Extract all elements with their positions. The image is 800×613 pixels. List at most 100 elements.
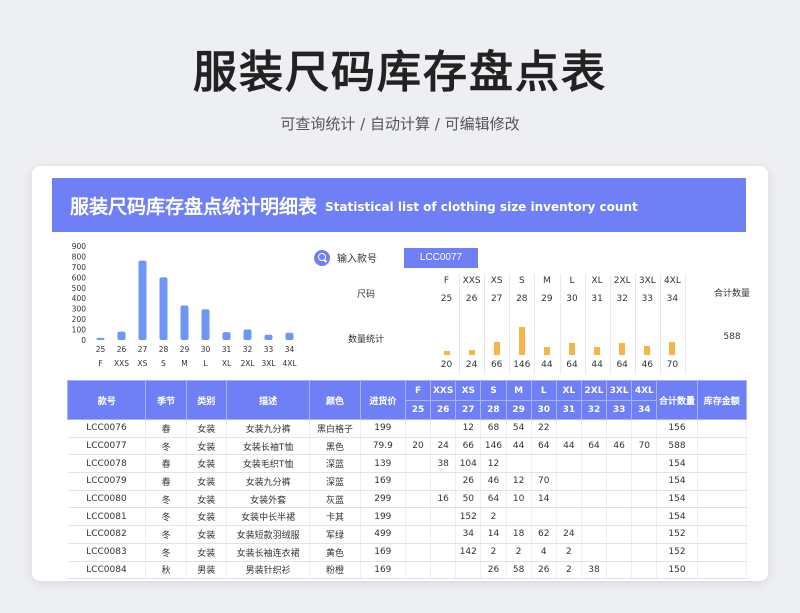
cell-qty: 2 (480, 507, 507, 527)
inventory-card: 服装尺码库存盘点统计明细表 Statistical list of clothi… (32, 166, 768, 581)
cell-qty (581, 419, 608, 438)
table-row[interactable]: LCC0076 春女装 女装九分裤 黑白格子 199 12 68 54 22 156 (67, 419, 748, 438)
cell-qty: 104 (455, 454, 482, 474)
x-tick-label: 3XL (261, 359, 276, 368)
cell-season: 秋 (145, 561, 187, 580)
cell-qty (556, 490, 582, 509)
cell-desc: 女装九分裤 (226, 472, 311, 491)
cell-price: 139 (360, 454, 406, 474)
cell-season: 冬 (145, 437, 187, 456)
cell-qty: 20 (405, 437, 432, 456)
summary-size: S (518, 276, 525, 286)
cell-qty (581, 490, 608, 509)
cell-qty (430, 507, 457, 527)
col-header-category: 类别 (185, 380, 227, 420)
cell-desc: 女装长袖T恤 (226, 437, 311, 456)
cell-id: LCC0079 (67, 472, 147, 491)
cell-amount (697, 454, 748, 474)
table-row[interactable]: LCC0077 冬女装 女装长袖T恤 黑色 79.9 20 24 66 146 44 64 44 64 4… (67, 437, 748, 456)
cell-qty (405, 543, 432, 562)
cell-id: LCC0082 (67, 525, 147, 544)
summary-bar (443, 351, 450, 355)
chart-bar (96, 337, 105, 340)
cell-qty: 26 (455, 472, 482, 491)
summary-count: 70 (666, 360, 679, 370)
col-header-size: XXS (430, 380, 457, 401)
col-header-size: 4XL (631, 380, 658, 401)
cell-qty (631, 507, 658, 527)
cell-desc: 女装中长半裙 (226, 507, 311, 527)
table-row[interactable]: LCC0079 春女装 女装九分裤 深蓝 169 26 46 12 70 154 (67, 472, 748, 491)
cell-qty: 2 (506, 543, 532, 562)
x-tick-number: 29 (180, 345, 190, 354)
cell-amount (697, 472, 748, 491)
cell-qty: 22 (531, 419, 557, 438)
cell-color: 黄色 (309, 543, 361, 562)
summary-size: L (569, 276, 575, 286)
cell-qty: 68 (480, 419, 507, 438)
summary-size-number: 25 (440, 294, 453, 304)
summary-count: 20 (440, 360, 453, 370)
summary-divider (685, 274, 686, 374)
summary-count: 146 (513, 360, 531, 370)
col-header-size-number: 27 (455, 400, 482, 420)
table-row[interactable]: LCC0083 冬女装 女装长袖连衣裙 黄色 169 142 2 2 4 2 152 (67, 543, 748, 562)
cell-price: 169 (360, 543, 406, 562)
cell-qty (430, 561, 457, 580)
summary-count: 46 (641, 360, 654, 370)
col-header-size: XL (555, 380, 582, 401)
cell-qty: 38 (430, 454, 457, 474)
style-number-input[interactable] (404, 248, 478, 268)
cell-amount (697, 543, 748, 562)
chart-bar (138, 260, 147, 340)
cell-total: 150 (656, 561, 698, 580)
col-header-size: M (505, 380, 532, 401)
chart-bar (201, 309, 210, 340)
table-row[interactable]: LCC0080 冬女装 女装外套 灰蓝 299 16 50 64 10 14 154 (67, 490, 748, 509)
cell-qty (556, 419, 582, 438)
x-tick-number: 31 (222, 345, 232, 354)
summary-count: 24 (465, 360, 478, 370)
col-header-size: L (530, 380, 557, 401)
cell-qty: 12 (455, 419, 482, 438)
y-tick-label: 600 (72, 273, 87, 282)
cell-total: 588 (656, 437, 698, 456)
col-header-size-number: 33 (606, 400, 633, 420)
summary-divider (659, 274, 661, 374)
x-tick-label: XS (138, 359, 148, 368)
cell-category: 女装 (186, 437, 227, 456)
cell-qty (430, 525, 457, 544)
col-header-color: 颜色 (309, 380, 361, 420)
x-tick-number: 28 (159, 345, 169, 354)
summary-bar (594, 346, 601, 355)
col-header-amount: 库存金额 (696, 380, 748, 420)
x-tick-number: 27 (138, 345, 148, 354)
summary-bar (569, 342, 575, 355)
cell-desc: 女装九分裤 (226, 419, 311, 438)
search-icon[interactable] (314, 250, 330, 266)
table-row[interactable]: LCC0081 冬女装 女装中长半裙 卡其 199 152 2 154 (67, 507, 748, 527)
cell-category: 女装 (186, 419, 227, 438)
summary-divider (459, 274, 461, 374)
cell-qty: 142 (455, 543, 482, 562)
summary-bar (619, 342, 626, 355)
summary-count: 64 (566, 360, 578, 370)
cell-qty: 26 (480, 561, 507, 580)
summary-bar (468, 350, 475, 355)
cell-qty: 26 (531, 561, 557, 580)
cell-qty: 2 (556, 561, 582, 580)
cell-qty: 44 (506, 437, 532, 456)
banner: 服装尺码库存盘点统计明细表 Statistical list of clothi… (52, 178, 746, 232)
chart-bar (285, 332, 294, 340)
table-row[interactable]: LCC0082 冬女装 女装短款羽绒服 军绿 499 34 14 18 62 24 152 (67, 525, 748, 544)
cell-category: 女装 (186, 525, 227, 544)
cell-qty (405, 454, 432, 474)
cell-price: 299 (360, 490, 406, 509)
col-header-size: 2XL (580, 380, 608, 401)
cell-qty (581, 507, 608, 527)
cell-qty (556, 454, 582, 474)
cell-qty (606, 543, 633, 562)
table-row[interactable]: LCC0078 春女装 女装毛织T恤 深蓝 139 38 104 12 154 (67, 454, 748, 474)
table-row[interactable]: LCC0084 秋男装 男装针织衫 粉橙 169 26 58 26 2 38 150 (67, 561, 748, 580)
cell-qty (405, 525, 432, 544)
